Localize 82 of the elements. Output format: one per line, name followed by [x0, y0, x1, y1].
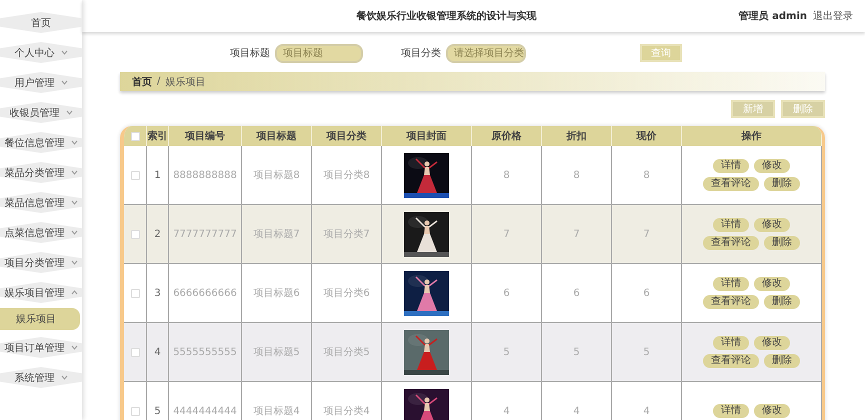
delete-button[interactable]: 删除 — [764, 354, 800, 368]
column-header: 项目编号 — [169, 126, 242, 146]
sidebar-item[interactable]: 收银员管理 — [0, 102, 82, 123]
table-cell: 6666666666 — [169, 264, 242, 323]
sidebar-item[interactable]: 个人中心 — [0, 42, 82, 63]
table-cell: 6 — [542, 264, 612, 323]
table-cell: 6 — [612, 264, 682, 323]
delete-button[interactable]: 删除 — [764, 177, 800, 191]
user-label: 管理员 admin — [738, 10, 807, 23]
table-cell: 7 — [612, 205, 682, 264]
table-cell: 项目分类5 — [312, 323, 382, 382]
table-cell: 7 — [542, 205, 612, 264]
table-cell: 2 — [147, 205, 169, 264]
sidebar-item[interactable]: 餐位信息管理 — [0, 132, 82, 153]
table-cell: 3 — [147, 264, 169, 323]
table-cell: 8888888888 — [169, 146, 242, 205]
table-cell: 7 — [472, 205, 542, 264]
detail-button[interactable]: 详情 — [713, 404, 749, 418]
column-header: 项目分类 — [312, 126, 382, 146]
sidebar-item[interactable]: 用户管理 — [0, 72, 82, 93]
table-cell: 6 — [472, 264, 542, 323]
sidebar-item[interactable]: 菜品分类管理 — [0, 162, 82, 183]
detail-button[interactable]: 详情 — [713, 277, 749, 291]
checkbox[interactable] — [130, 288, 140, 298]
delete-button[interactable]: 删除 — [764, 236, 800, 250]
breadcrumb-item: 娱乐项目 — [165, 76, 206, 88]
table-cell: 4 — [147, 323, 169, 382]
column-header: 折扣 — [542, 126, 612, 146]
checkbox[interactable] — [130, 406, 140, 416]
detail-button[interactable]: 详情 — [713, 336, 749, 350]
column-header: 原价格 — [472, 126, 542, 146]
app-title: 餐饮娱乐行业收银管理系统的设计与实现 — [355, 9, 538, 23]
table-cell: 项目标题6 — [242, 264, 312, 323]
sidebar-item[interactable]: 项目分类管理 — [0, 252, 82, 273]
edit-button[interactable]: 修改 — [754, 336, 790, 350]
column-header: 项目封面 — [382, 126, 472, 146]
breadcrumb-item[interactable]: 首页 — [132, 74, 152, 88]
table-cell: 项目标题7 — [242, 205, 312, 264]
table-cell: 8 — [542, 146, 612, 205]
logout-link[interactable]: 退出登录 — [813, 9, 853, 23]
edit-button[interactable]: 修改 — [754, 404, 790, 418]
column-header: 项目标题 — [242, 126, 312, 146]
comments-button[interactable]: 查看评论 — [703, 236, 759, 250]
table-cell: 1 — [147, 146, 169, 205]
checkbox[interactable] — [130, 132, 140, 140]
sidebar-subitem[interactable]: 娱乐项目 — [0, 308, 80, 330]
detail-button[interactable]: 详情 — [713, 218, 749, 232]
edit-button[interactable]: 修改 — [754, 159, 790, 173]
table-cell: 5 — [542, 323, 612, 382]
table-cell: 8 — [472, 146, 542, 205]
table-cell: 8 — [612, 146, 682, 205]
edit-button[interactable]: 修改 — [754, 277, 790, 291]
table-cell: 项目分类8 — [312, 146, 382, 205]
delete-button[interactable]: 删除 — [764, 295, 800, 309]
sidebar-item[interactable]: 点菜信息管理 — [0, 222, 82, 243]
table-cell: 5 — [612, 323, 682, 382]
comments-button[interactable]: 查看评论 — [703, 177, 759, 191]
field-label: 项目标题 — [230, 46, 270, 60]
table-cell: 项目标题5 — [242, 323, 312, 382]
checkbox[interactable] — [130, 230, 140, 238]
sidebar-item[interactable]: 娱乐项目管理 — [0, 282, 82, 303]
detail-button[interactable]: 详情 — [713, 159, 749, 173]
table-cell: 项目分类7 — [312, 205, 382, 264]
table-cell: 项目分类6 — [312, 264, 382, 323]
field-label: 项目分类 — [401, 46, 441, 60]
comments-button[interactable]: 查看评论 — [703, 354, 759, 368]
sidebar-item[interactable]: 菜品信息管理 — [0, 192, 82, 213]
sidebar-item[interactable]: 系统管理 — [0, 367, 82, 388]
column-header: 操作 — [682, 126, 822, 146]
breadcrumb-separator: / — [157, 76, 160, 87]
column-header: 现价 — [612, 126, 682, 146]
table-cell: 7777777777 — [169, 205, 242, 264]
sidebar-item[interactable]: 项目订单管理 — [0, 337, 82, 358]
comments-button[interactable]: 查看评论 — [703, 295, 759, 309]
column-header: 索引 — [147, 126, 169, 146]
table-cell: 项目标题8 — [242, 146, 312, 205]
checkbox[interactable] — [130, 348, 140, 356]
table-cell: 5555555555 — [169, 323, 242, 382]
sidebar-item[interactable]: 首页 — [0, 12, 82, 33]
table-cell: 5 — [472, 323, 542, 382]
checkbox[interactable] — [130, 170, 140, 180]
edit-button[interactable]: 修改 — [754, 218, 790, 232]
